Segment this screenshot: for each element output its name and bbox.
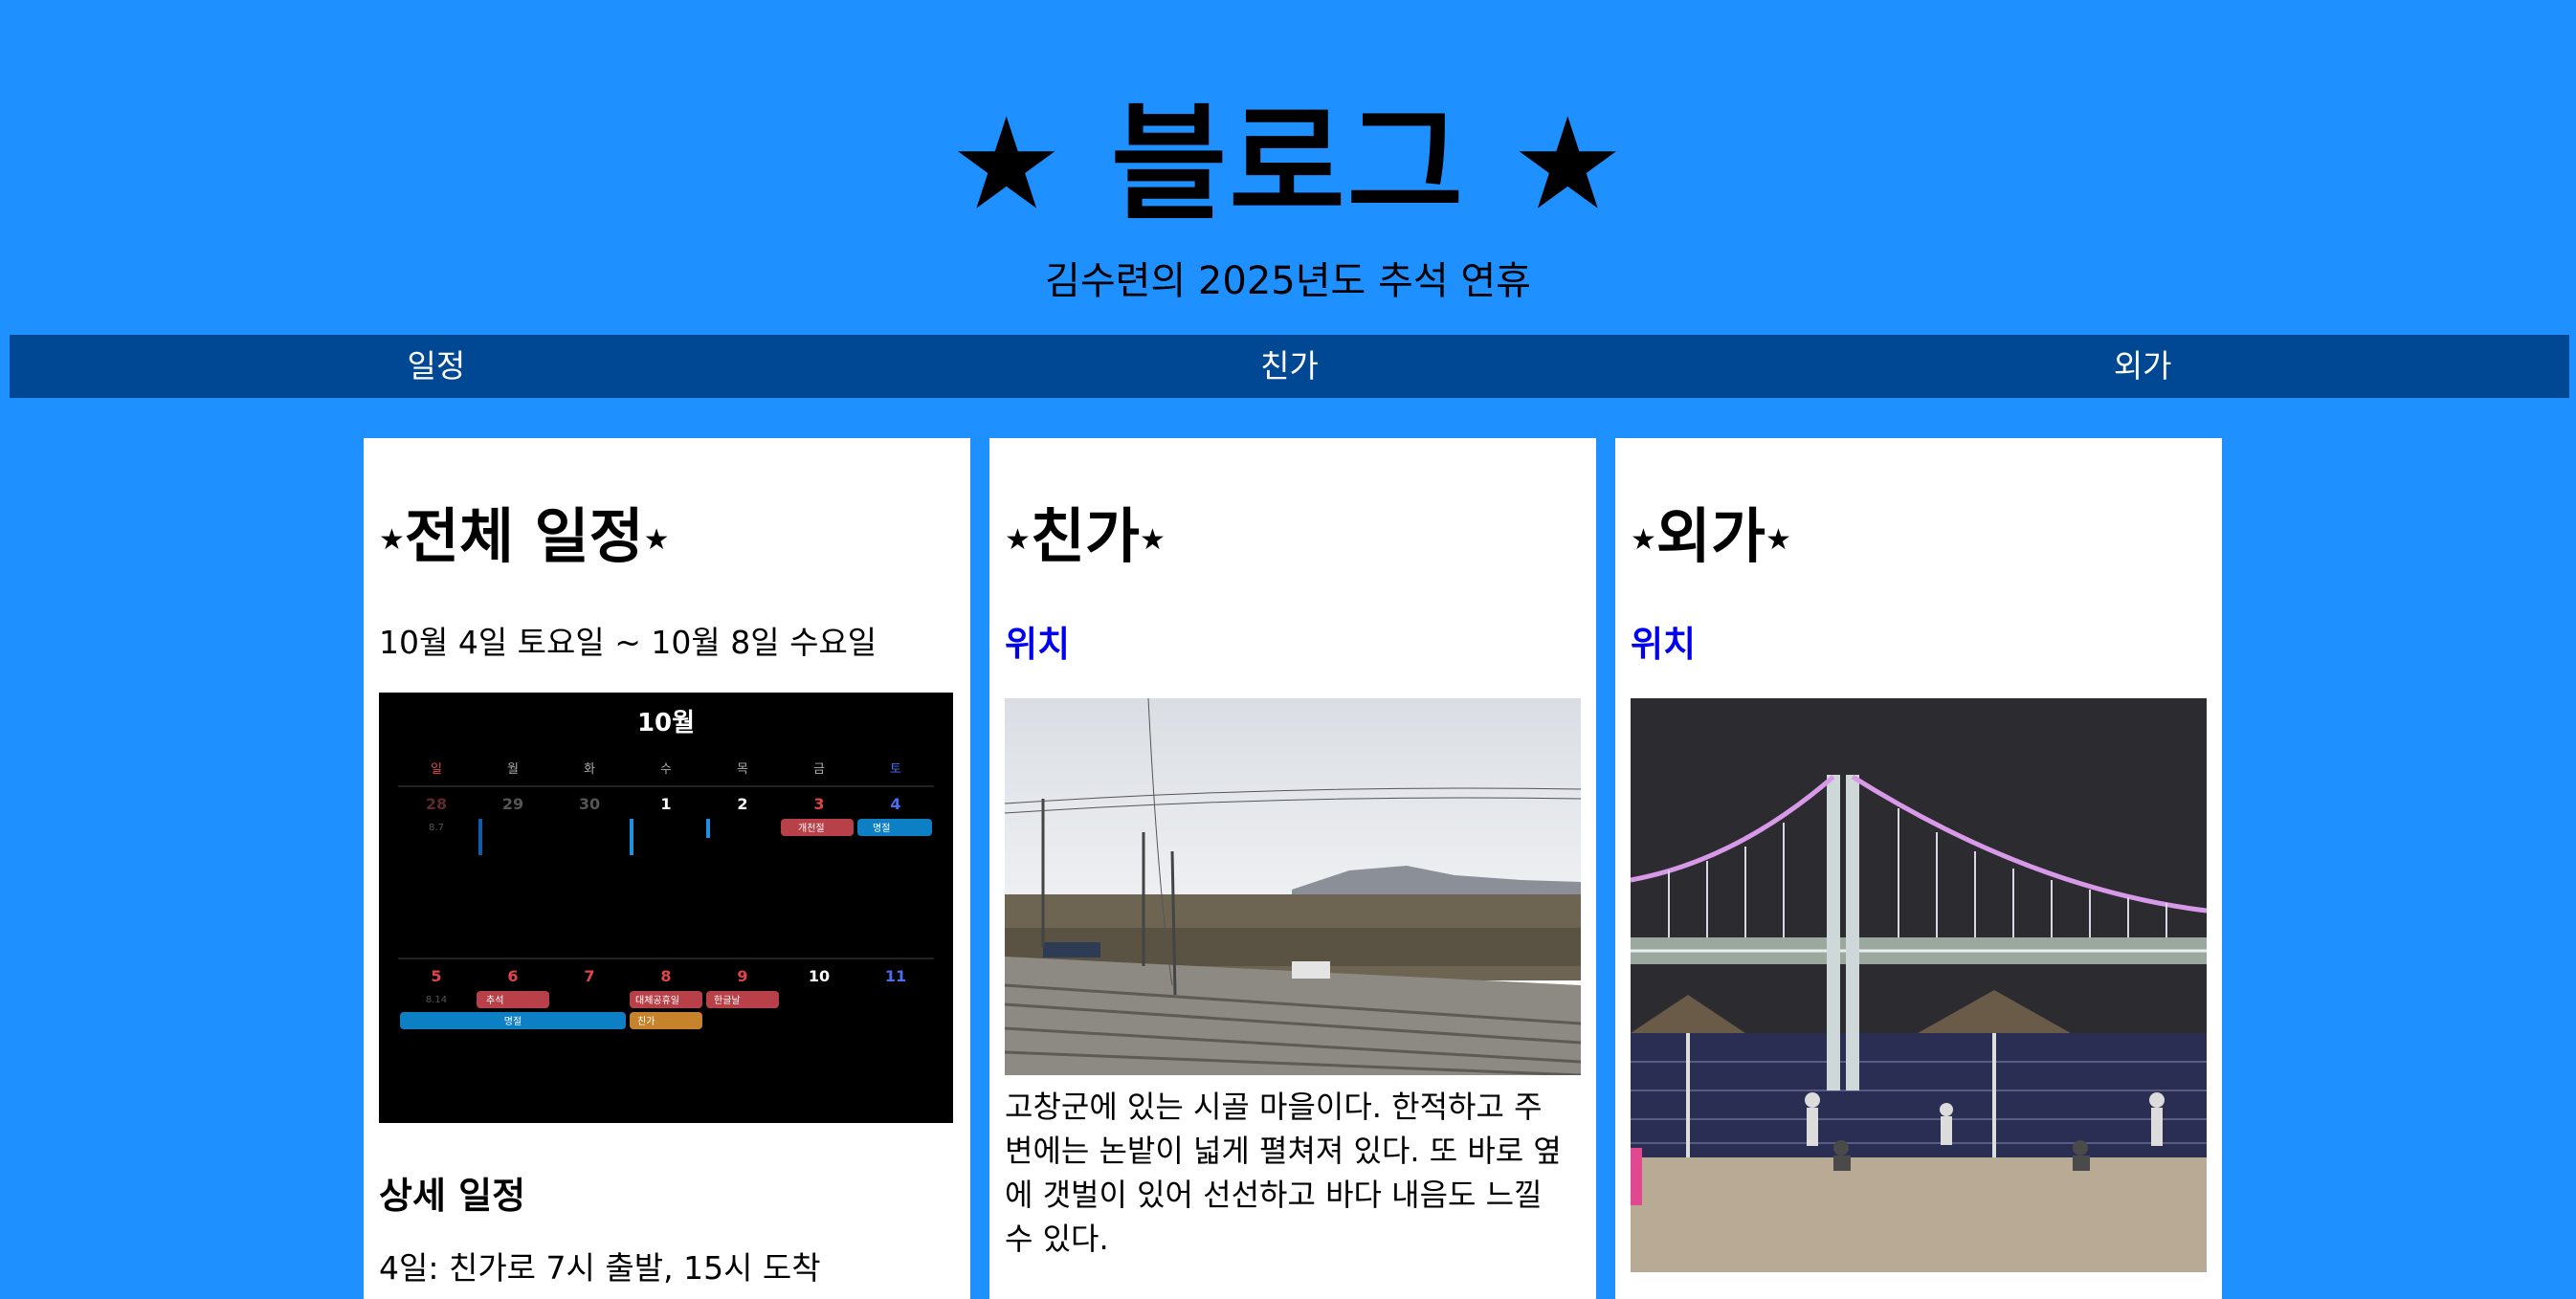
countryside-photo	[1005, 697, 1581, 1075]
weekday-label: 수	[660, 762, 672, 777]
maternal-card: ★외가★ 위치	[1615, 438, 2222, 1299]
day-number: 9	[737, 967, 747, 985]
day-number: 2	[737, 795, 747, 813]
event-label: 한글날	[714, 995, 741, 1006]
day-number: 1	[660, 795, 671, 813]
card-container: ★전체 일정★ 10월 4일 토요일 ~ 10월 8일 수요일 10월 일 월 …	[364, 438, 2222, 1299]
bridge-photo	[1631, 697, 2207, 1272]
lunar-date: 8.7	[429, 823, 444, 833]
detail-schedule-item: 4일: 친가로 7시 출발, 15시 도착	[379, 1248, 821, 1287]
day-number: 28	[426, 795, 447, 813]
paternal-title: ★친가★	[1005, 492, 1581, 585]
schedule-title: ★전체 일정★	[379, 492, 955, 585]
blog-subtitle: 김수련의 2025년도 추석 연휴	[1045, 259, 1531, 303]
paternal-description: 고창군에 있는 시골 마을이다. 한적하고 주변에는 논밭이 넓게 펼쳐져 있다…	[1005, 1088, 1562, 1257]
day-number: 3	[813, 795, 824, 813]
day-number: 4	[890, 795, 900, 813]
maternal-title: ★외가★	[1631, 492, 2207, 585]
event-label: 대체공휴일	[635, 995, 679, 1006]
blog-header: ★ 블로그 ★ 김수련의 2025년도 추석 연휴	[0, 0, 2576, 308]
event-label: 개천절	[798, 822, 825, 834]
lunar-date: 8.14	[426, 995, 447, 1005]
star-icon: ★	[379, 522, 405, 557]
star-icon: ★	[1631, 522, 1656, 557]
star-icon: ★	[643, 522, 670, 557]
weekday-label: 일	[431, 762, 442, 777]
blog-title: ★ 블로그 ★	[949, 91, 1627, 238]
paternal-title-text: 친가	[1030, 501, 1140, 571]
event-label: 명절	[504, 1015, 522, 1027]
day-number: 8	[660, 967, 671, 985]
schedule-title-text: 전체 일정	[404, 501, 644, 571]
paternal-location-link[interactable]: 위치	[1005, 620, 1581, 670]
nav-item-maternal[interactable]: 외가	[1716, 335, 2569, 398]
star-icon: ★	[1005, 522, 1031, 557]
event-label: 친가	[637, 1016, 655, 1027]
top-nav: 일정 친가 외가	[10, 335, 2569, 398]
star-icon: ★	[1140, 522, 1166, 557]
day-number: 30	[579, 795, 600, 813]
star-icon: ★	[1765, 522, 1791, 557]
event-label: 명절	[873, 822, 890, 834]
day-number: 11	[885, 967, 906, 985]
day-number: 5	[431, 967, 441, 985]
day-number: 7	[584, 967, 594, 985]
weekday-label: 목	[737, 762, 748, 777]
weekday-label: 토	[890, 762, 901, 777]
event-label: 추석	[486, 995, 503, 1006]
nav-item-paternal[interactable]: 친가	[863, 335, 1717, 398]
schedule-card: ★전체 일정★ 10월 4일 토요일 ~ 10월 8일 수요일 10월 일 월 …	[364, 438, 970, 1299]
weekday-label: 화	[584, 762, 595, 777]
calendar-image: 10월 일 월 화 수 목 금 토 28 29 30 1 2 3 4 8.7 개…	[379, 692, 953, 1123]
maternal-location-link[interactable]: 위치	[1631, 620, 2207, 670]
paternal-card: ★친가★ 위치 고창군에 있는 시골 마을이다. 한적하고 주변에는 논밭이 넓…	[989, 438, 1596, 1299]
calendar-month: 10월	[637, 709, 695, 738]
nav-item-schedule[interactable]: 일정	[10, 335, 863, 398]
weekday-label: 월	[507, 762, 519, 777]
day-number: 10	[809, 967, 830, 985]
date-range: 10월 4일 토요일 ~ 10월 8일 수요일	[379, 623, 877, 661]
day-number: 6	[507, 967, 518, 985]
maternal-title-text: 외가	[1655, 501, 1765, 571]
weekday-label: 금	[813, 762, 825, 777]
day-number: 29	[502, 795, 523, 813]
detail-schedule-title: 상세 일정	[379, 1174, 526, 1217]
